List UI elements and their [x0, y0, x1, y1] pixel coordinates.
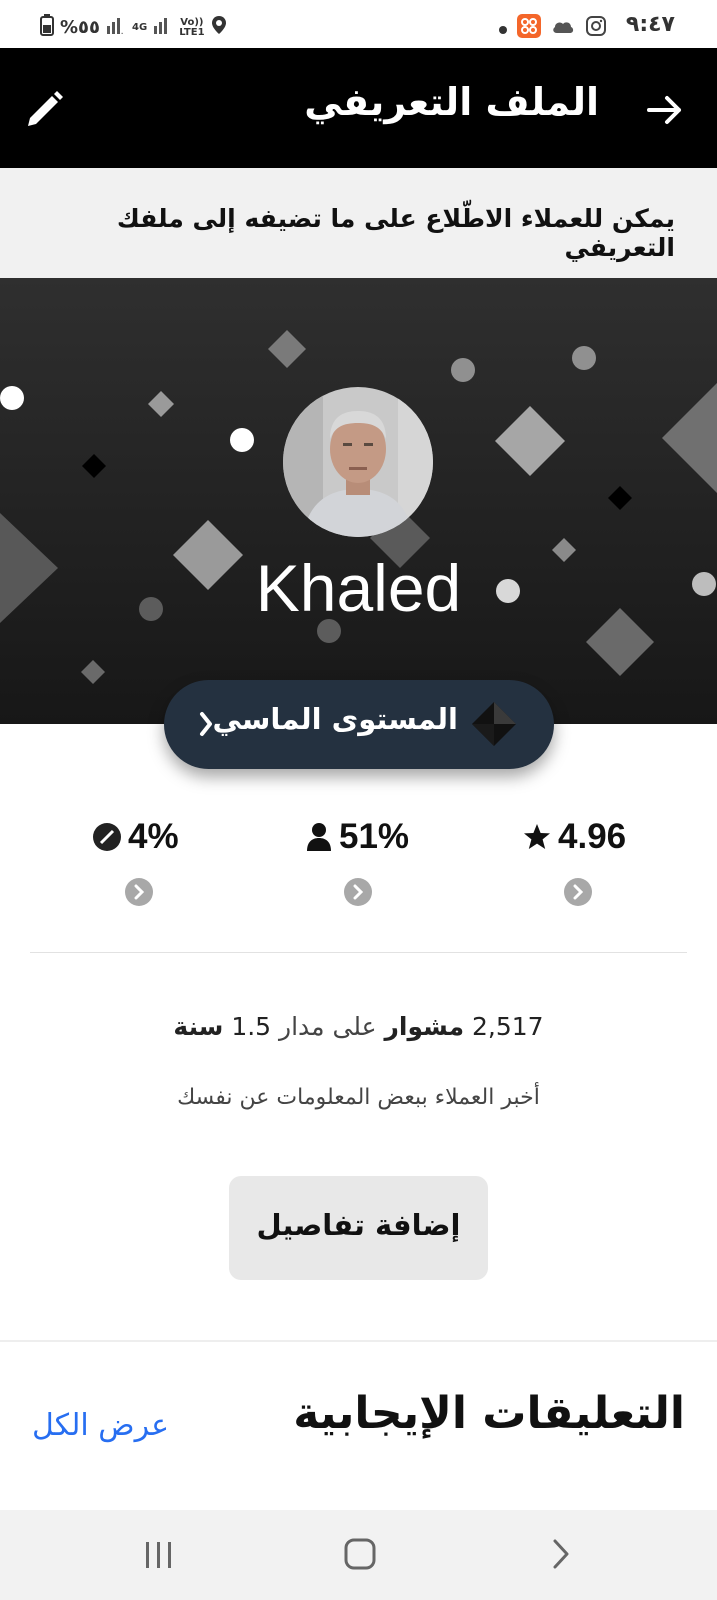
back-nav-button[interactable] — [536, 1534, 586, 1576]
chevron-right-icon — [573, 884, 584, 900]
acceptance-value: 51% — [339, 817, 410, 856]
edit-button[interactable] — [22, 88, 66, 132]
chevron-right-icon — [134, 884, 145, 900]
star-icon — [524, 824, 550, 849]
app-header: الملف التعريفي — [0, 48, 717, 168]
visibility-notice: يمكن للعملاء الاطّلاع على ما تضيفه إلى م… — [0, 168, 717, 278]
trip-count: 2,517 — [472, 1012, 544, 1041]
cancel-icon — [93, 823, 121, 851]
cancellation-value: 4% — [128, 817, 179, 856]
back-button[interactable] — [643, 90, 687, 130]
home-icon — [344, 1538, 376, 1570]
add-details-button[interactable]: إضافة تفاصيل — [229, 1176, 488, 1280]
cancellation-details-button[interactable] — [125, 878, 153, 906]
rating-details-button[interactable] — [564, 878, 592, 906]
chevron-right-icon — [200, 712, 212, 736]
divider — [30, 952, 687, 953]
instagram-icon — [585, 15, 607, 41]
status-time: ٩:٤٧ — [625, 12, 675, 37]
battery-level: %٥٥ — [60, 17, 101, 38]
section-divider — [0, 1340, 717, 1342]
recent-apps-button[interactable] — [134, 1534, 184, 1576]
person-icon — [307, 823, 331, 851]
acceptance-stat[interactable]: 51% — [305, 812, 409, 862]
rating-value: 4.96 — [558, 817, 627, 856]
profile-hero: Khaled — [0, 278, 717, 724]
location-icon — [211, 15, 227, 40]
trips-summary: 2,517 مشوار على مدار 1.5 سنة — [0, 1012, 717, 1041]
signal-icon: . — [106, 16, 126, 39]
level-label: المستوى الماسي — [212, 702, 459, 736]
status-bar: %٥٥ . 4G Vo)) LTE1 ٩:٤٧ — [0, 0, 717, 48]
status-left-group: %٥٥ . 4G Vo)) LTE1 — [40, 14, 227, 41]
signal-icon-2 — [153, 16, 173, 39]
trip-over: على مدار — [279, 1012, 377, 1041]
positive-reviews-title: التعليقات الإيجابية — [293, 1388, 685, 1439]
driver-name: Khaled — [255, 551, 462, 625]
about-prompt: أخبر العملاء ببعض المعلومات عن نفسك — [177, 1085, 540, 1110]
cloud-icon — [551, 18, 575, 38]
cancellation-stat[interactable]: 4% — [92, 812, 179, 862]
trip-duration: 1.5 — [231, 1012, 272, 1041]
view-all-link[interactable]: عرض الكل — [32, 1408, 169, 1443]
arrow-right-icon — [647, 96, 681, 124]
chevron-right-icon — [553, 1539, 569, 1569]
svg-text:.: . — [121, 29, 123, 34]
status-right-group — [499, 14, 607, 42]
battery-icon — [40, 14, 54, 41]
add-details-label: إضافة تفاصيل — [256, 1208, 461, 1242]
network-4g-label: 4G — [132, 21, 148, 33]
diamond-icon — [472, 702, 516, 746]
system-nav-bar — [0, 1510, 717, 1600]
acceptance-details-button[interactable] — [344, 878, 372, 906]
notice-text: يمكن للعملاء الاطّلاع على ما تضيفه إلى م… — [116, 204, 675, 262]
trip-duration-unit: سنة — [173, 1012, 224, 1041]
avatar-photo — [283, 387, 433, 537]
chevron-right-icon — [353, 884, 364, 900]
pencil-icon — [28, 91, 63, 126]
avatar[interactable] — [283, 387, 433, 537]
page-title: الملف التعريفي — [304, 80, 599, 124]
rating-stat[interactable]: 4.96 — [522, 812, 626, 862]
diamond-level-button[interactable]: المستوى الماسي — [164, 680, 554, 769]
volte-label: Vo)) LTE1 — [179, 16, 205, 38]
app-notification-icon — [517, 14, 541, 42]
trip-unit: مشوار — [384, 1012, 465, 1041]
home-button[interactable] — [334, 1534, 384, 1576]
recent-apps-icon — [146, 1542, 171, 1568]
dot-icon — [499, 19, 507, 38]
